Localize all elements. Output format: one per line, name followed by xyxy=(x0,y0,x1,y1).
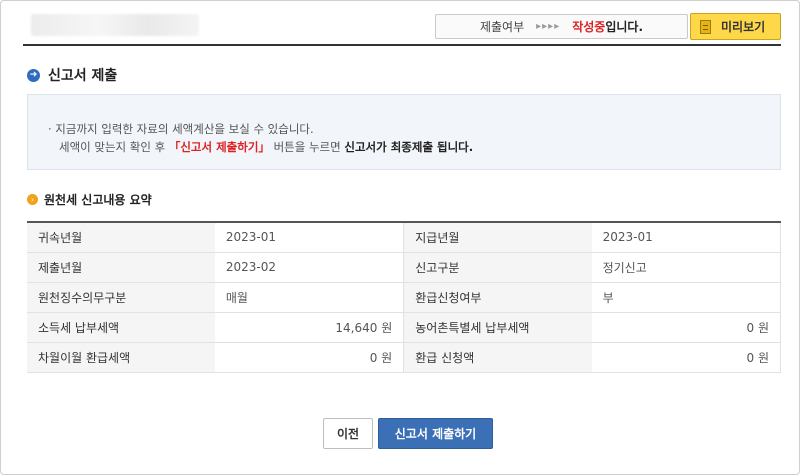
summary-table: 귀속년월 2023-01 지급년월 2023-01 제출년월 2023-02 신… xyxy=(27,221,781,373)
table-row: 차월이월 환급세액 0 원 환급 신청액 0 원 xyxy=(27,342,781,373)
status-text: 작성중입니다. xyxy=(572,18,643,35)
status-suffix: 입니다. xyxy=(605,20,644,34)
table-row: 원천징수의무구분 매월 환급신청여부 부 xyxy=(27,282,781,313)
info-line-2-prefix: 세액이 맞는지 확인 후 xyxy=(59,140,169,154)
submission-status: 제출여부 ▸▸▸▸ 작성중입니다. xyxy=(435,14,688,39)
row-label: 신고구분 xyxy=(403,252,592,283)
page-title: 신고서 제출 xyxy=(48,68,118,84)
row-label: 차월이월 환급세액 xyxy=(27,342,215,373)
previous-button[interactable]: 이전 xyxy=(323,418,373,449)
info-notice: · 지금까지 입력한 자료의 세액계산을 보실 수 있습니다. 세액이 맞는지 … xyxy=(27,94,781,170)
page-frame: 제출여부 ▸▸▸▸ 작성중입니다. 미리보기 ➜ 신고서 제출 · 지금까지 입… xyxy=(0,0,800,475)
status-value: 작성중 xyxy=(572,20,606,34)
arrow-circle-icon: ➜ xyxy=(27,68,40,82)
row-label: 귀속년월 xyxy=(27,222,215,253)
preview-button-label: 미리보기 xyxy=(721,20,766,34)
row-label: 제출년월 xyxy=(27,252,215,283)
row-value: 정기신고 xyxy=(591,252,781,283)
info-line-2: 세액이 맞는지 확인 후 「신고서 제출하기」 버튼을 누르면 신고서가 최종제… xyxy=(59,139,473,155)
info-line-2-middle: 버튼을 누르면 xyxy=(269,140,345,154)
preview-button[interactable]: 미리보기 xyxy=(690,13,781,40)
row-value: 2023-02 xyxy=(214,252,405,283)
table-row: 귀속년월 2023-01 지급년월 2023-01 xyxy=(27,222,781,253)
document-icon xyxy=(700,19,711,34)
row-value: 부 xyxy=(591,282,781,313)
table-row: 제출년월 2023-02 신고구분 정기신고 xyxy=(27,252,781,283)
row-value: 0 원 xyxy=(591,312,781,343)
row-value: 2023-01 xyxy=(591,222,781,253)
submit-return-button[interactable]: 신고서 제출하기 xyxy=(378,418,493,449)
row-label: 소득세 납부세액 xyxy=(27,312,215,343)
row-value: 14,640 원 xyxy=(214,312,405,343)
top-bar: 제출여부 ▸▸▸▸ 작성중입니다. 미리보기 xyxy=(23,10,781,46)
row-label: 환급신청여부 xyxy=(403,282,592,313)
info-line-1: · 지금까지 입력한 자료의 세액계산을 보실 수 있습니다. xyxy=(48,122,314,136)
summary-heading: › 원천세 신고내용 요약 xyxy=(27,191,152,208)
row-value: 0 원 xyxy=(214,342,405,373)
row-label: 원천징수의무구분 xyxy=(27,282,215,313)
section-title: ➜ 신고서 제출 xyxy=(27,65,117,85)
info-submit-reference: 「신고서 제출하기」 xyxy=(168,140,270,154)
arrow-icons: ▸▸▸▸ xyxy=(536,21,561,32)
row-label: 지급년월 xyxy=(403,222,592,253)
redacted-taxpayer-name xyxy=(31,14,199,36)
info-final-notice: 신고서가 최종제출 됩니다. xyxy=(344,140,474,154)
row-value: 2023-01 xyxy=(214,222,405,253)
row-value: 0 원 xyxy=(591,342,781,373)
table-row: 소득세 납부세액 14,640 원 농어촌특별세 납부세액 0 원 xyxy=(27,312,781,343)
status-label: 제출여부 xyxy=(479,20,525,34)
row-value: 매월 xyxy=(214,282,405,313)
row-label: 농어촌특별세 납부세액 xyxy=(403,312,592,343)
row-label: 환급 신청액 xyxy=(403,342,592,373)
chevron-circle-icon: › xyxy=(27,194,38,205)
summary-heading-text: 원천세 신고내용 요약 xyxy=(44,193,152,207)
